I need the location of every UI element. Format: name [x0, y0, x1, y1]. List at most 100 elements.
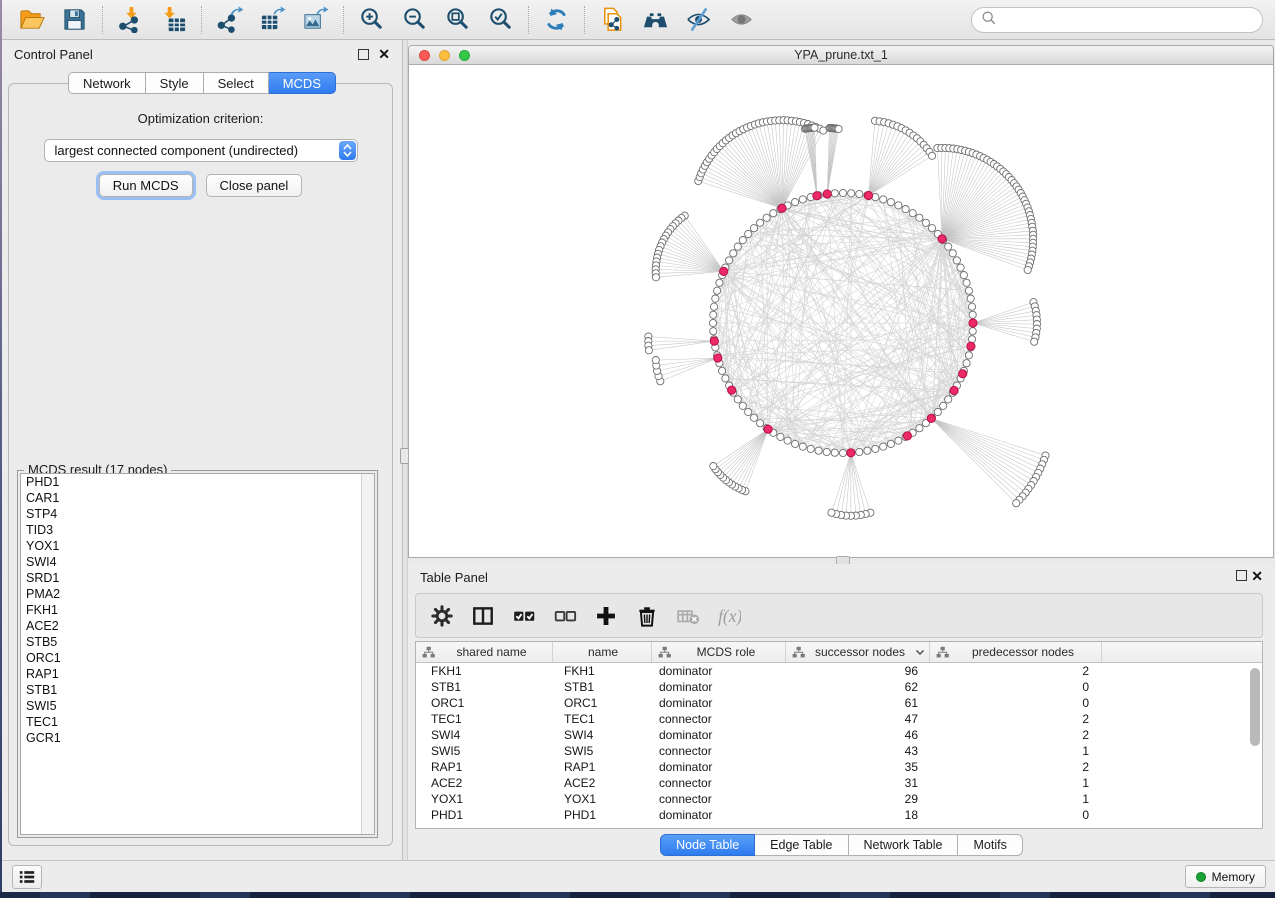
zoom-selected-button[interactable]	[479, 3, 522, 37]
export-table-button[interactable]	[251, 3, 294, 37]
cell-name[interactable]: SWI5	[553, 744, 652, 758]
cell-successor-nodes[interactable]: 43	[786, 744, 930, 758]
table-row[interactable]: FKH1FKH1dominator962	[416, 663, 1262, 679]
cell-MCDS-role[interactable]: dominator	[652, 680, 786, 694]
cell-successor-nodes[interactable]: 35	[786, 760, 930, 774]
table-row[interactable]: SWI5SWI5connector431	[416, 743, 1262, 759]
minimize-window-icon[interactable]	[439, 50, 450, 61]
cell-shared-name[interactable]: TEC1	[416, 712, 553, 726]
cell-name[interactable]: ORC1	[553, 696, 652, 710]
mcds-result-item[interactable]: ORC1	[21, 650, 374, 666]
tab-select[interactable]: Select	[204, 72, 269, 94]
mcds-result-item[interactable]: STB5	[21, 634, 374, 650]
cell-MCDS-role[interactable]: connector	[652, 792, 786, 806]
cell-shared-name[interactable]: PHD1	[416, 808, 553, 822]
cell-name[interactable]: RAP1	[553, 760, 652, 774]
criterion-select[interactable]: largest connected component (undirected)	[44, 139, 358, 162]
cell-name[interactable]: TEC1	[553, 712, 652, 726]
cell-shared-name[interactable]: RAP1	[416, 760, 553, 774]
column-layout-button[interactable]	[471, 604, 495, 628]
cell-MCDS-role[interactable]: connector	[652, 744, 786, 758]
mcds-result-item[interactable]: STP4	[21, 506, 374, 522]
cell-shared-name[interactable]: YOX1	[416, 792, 553, 806]
open-file-button[interactable]	[10, 3, 53, 37]
mcds-result-item[interactable]: FKH1	[21, 602, 374, 618]
tab-style[interactable]: Style	[146, 72, 204, 94]
mcds-result-item[interactable]: SWI5	[21, 698, 374, 714]
mcds-result-item[interactable]: TEC1	[21, 714, 374, 730]
column-header-predecessor-nodes[interactable]: predecessor nodes	[930, 642, 1102, 662]
table-row[interactable]: STB1STB1dominator620	[416, 679, 1262, 695]
cell-shared-name[interactable]: STB1	[416, 680, 553, 694]
network-graph[interactable]	[409, 65, 1274, 558]
import-network-button[interactable]	[109, 3, 152, 37]
column-header-shared-name[interactable]: shared name	[416, 642, 553, 662]
tab-network-table[interactable]: Network Table	[849, 834, 959, 856]
table-row[interactable]: SWI4SWI4dominator462	[416, 727, 1262, 743]
cell-predecessor-nodes[interactable]: 2	[930, 664, 1102, 678]
cell-name[interactable]: FKH1	[553, 664, 652, 678]
cell-MCDS-role[interactable]: connector	[652, 712, 786, 726]
close-window-icon[interactable]	[419, 50, 430, 61]
cell-predecessor-nodes[interactable]: 2	[930, 712, 1102, 726]
cell-predecessor-nodes[interactable]: 1	[930, 776, 1102, 790]
column-header-successor-nodes[interactable]: successor nodes	[786, 642, 930, 662]
tab-mcds[interactable]: MCDS	[269, 72, 336, 94]
mcds-result-item[interactable]: PHD1	[21, 474, 374, 490]
search-box[interactable]	[971, 7, 1263, 33]
table-row[interactable]: ACE2ACE2connector311	[416, 775, 1262, 791]
cell-shared-name[interactable]: SWI5	[416, 744, 553, 758]
float-panel-icon[interactable]	[358, 49, 369, 60]
delete-column-button[interactable]	[635, 604, 659, 628]
table-row[interactable]: YOX1YOX1connector291	[416, 791, 1262, 807]
export-network-button[interactable]	[208, 3, 251, 37]
cell-name[interactable]: STB1	[553, 680, 652, 694]
cell-successor-nodes[interactable]: 29	[786, 792, 930, 806]
cell-name[interactable]: SWI4	[553, 728, 652, 742]
cell-successor-nodes[interactable]: 46	[786, 728, 930, 742]
mcds-result-item[interactable]: TID3	[21, 522, 374, 538]
cell-predecessor-nodes[interactable]: 0	[930, 680, 1102, 694]
mcds-result-item[interactable]: SWI4	[21, 554, 374, 570]
table-row[interactable]: TEC1TEC1connector472	[416, 711, 1262, 727]
cell-MCDS-role[interactable]: connector	[652, 776, 786, 790]
search-network-button[interactable]	[634, 3, 677, 37]
cell-name[interactable]: YOX1	[553, 792, 652, 806]
cell-name[interactable]: ACE2	[553, 776, 652, 790]
export-image-button[interactable]	[294, 3, 337, 37]
cell-predecessor-nodes[interactable]: 0	[930, 808, 1102, 822]
mcds-list-scrollbar[interactable]	[361, 474, 374, 834]
cell-predecessor-nodes[interactable]: 1	[930, 792, 1102, 806]
table-row[interactable]: ORC1ORC1dominator610	[416, 695, 1262, 711]
network-view-canvas[interactable]	[409, 65, 1273, 557]
cell-successor-nodes[interactable]: 62	[786, 680, 930, 694]
search-input[interactable]	[1002, 13, 1253, 27]
task-history-button[interactable]	[12, 865, 42, 889]
mcds-result-item[interactable]: STB1	[21, 682, 374, 698]
cell-MCDS-role[interactable]: dominator	[652, 664, 786, 678]
cell-predecessor-nodes[interactable]: 2	[930, 760, 1102, 774]
memory-button[interactable]: Memory	[1185, 865, 1266, 888]
add-column-button[interactable]	[594, 604, 618, 628]
mcds-result-item[interactable]: PMA2	[21, 586, 374, 602]
mcds-result-item[interactable]: ACE2	[21, 618, 374, 634]
cell-MCDS-role[interactable]: dominator	[652, 760, 786, 774]
cell-MCDS-role[interactable]: dominator	[652, 728, 786, 742]
refresh-network-button[interactable]	[535, 3, 578, 37]
maximize-window-icon[interactable]	[459, 50, 470, 61]
cell-MCDS-role[interactable]: dominator	[652, 696, 786, 710]
close-panel-button[interactable]: Close panel	[206, 174, 303, 197]
column-header-MCDS-role[interactable]: MCDS role	[652, 642, 786, 662]
cell-shared-name[interactable]: ACE2	[416, 776, 553, 790]
hide-graphics-button[interactable]	[677, 3, 720, 37]
column-header-name[interactable]: name	[553, 642, 652, 662]
settings-gear-button[interactable]	[430, 604, 454, 628]
mcds-result-item[interactable]: RAP1	[21, 666, 374, 682]
cell-shared-name[interactable]: ORC1	[416, 696, 553, 710]
import-table-button[interactable]	[152, 3, 195, 37]
zoom-out-button[interactable]	[393, 3, 436, 37]
cell-shared-name[interactable]: FKH1	[416, 664, 553, 678]
select-all-button[interactable]	[512, 604, 536, 628]
float-table-panel-icon[interactable]	[1236, 570, 1247, 581]
close-panel-icon[interactable]: ✕	[378, 49, 390, 60]
